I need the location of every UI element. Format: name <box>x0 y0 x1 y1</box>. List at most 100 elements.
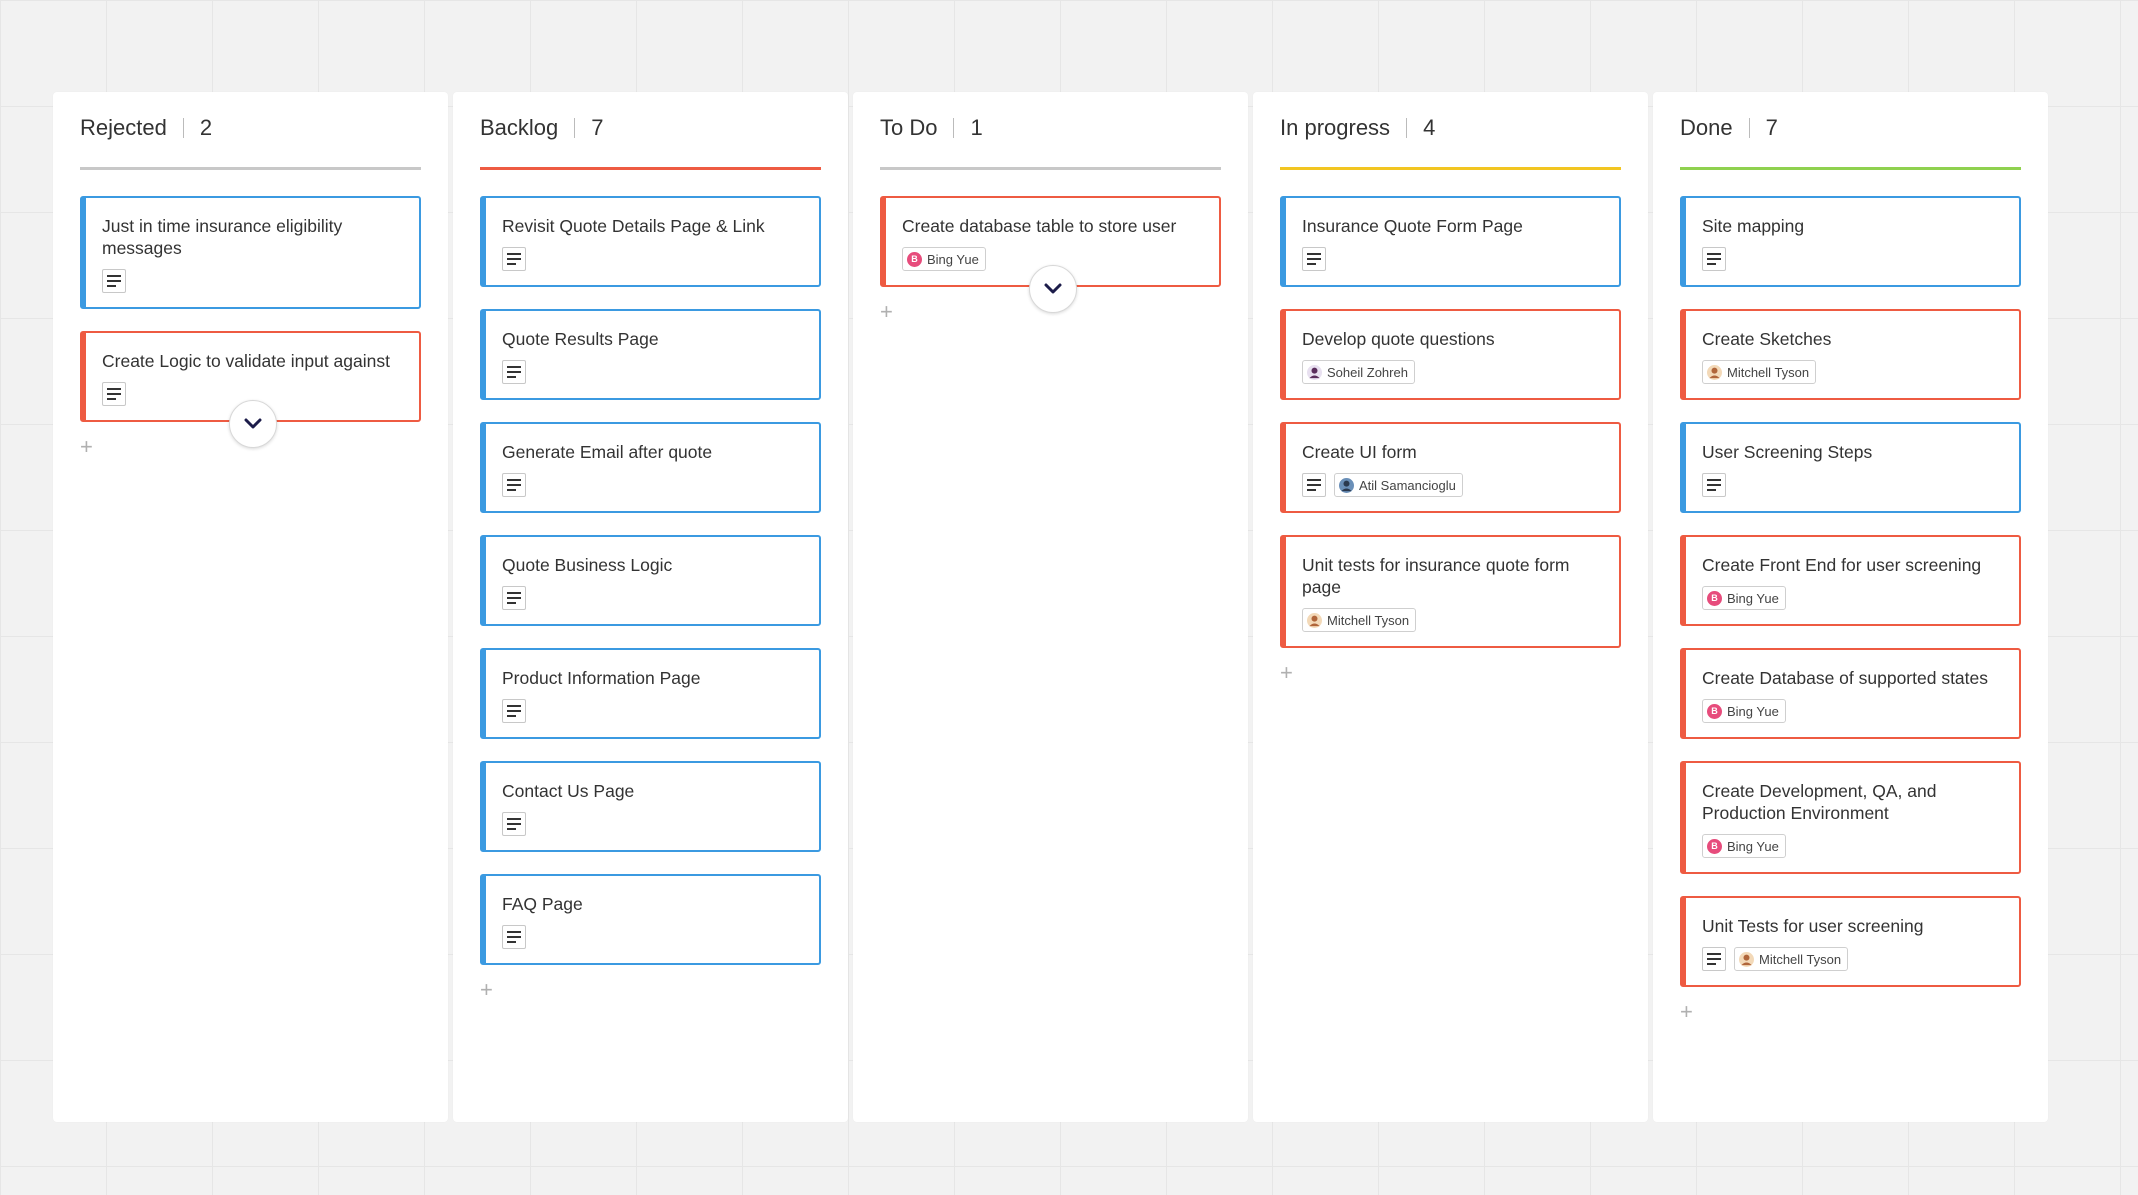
column-header: In progress 4 <box>1280 92 1621 170</box>
description-icon[interactable] <box>502 247 526 271</box>
description-icon[interactable] <box>1302 473 1326 497</box>
assignee-chip[interactable]: Mitchell Tyson <box>1734 947 1849 971</box>
card[interactable]: Develop quote questions Soheil Zohreh <box>1280 309 1621 400</box>
card-title: Create Front End for user screening <box>1702 555 1982 575</box>
card[interactable]: Create Database of supported states B Bing… <box>1680 648 2021 739</box>
description-icon[interactable] <box>502 699 526 723</box>
assignee-chip[interactable]: Atil Samancioglu <box>1334 473 1463 497</box>
card-title: Unit Tests for user screening <box>1702 916 1924 936</box>
card[interactable]: Quote Business Logic <box>480 535 821 626</box>
column-header: To Do 1 <box>880 92 1221 170</box>
card-title: Create database table to store user <box>902 216 1177 236</box>
card-title: Create Database of supported states <box>1702 668 1989 688</box>
column-header-divider <box>1406 117 1408 138</box>
column-backlog: Backlog 7 Revisit Quote Details Page & Lin… <box>453 92 848 1122</box>
card[interactable]: FAQ Page <box>480 874 821 965</box>
card[interactable]: Contact Us Page <box>480 761 821 852</box>
avatar <box>1707 364 1722 380</box>
card-title: Create Development, QA, and Production E… <box>1702 781 1937 823</box>
assignee-name: Mitchell Tyson <box>1759 951 1842 967</box>
column-header: Rejected 2 <box>80 92 421 170</box>
card[interactable]: Quote Results Page <box>480 309 821 400</box>
assignee-chip[interactable]: Soheil Zohreh <box>1302 360 1415 384</box>
column-title[interactable]: Rejected <box>80 115 167 141</box>
card[interactable]: Site mapping <box>1680 196 2021 287</box>
card[interactable]: Insurance Quote Form Page <box>1280 196 1621 287</box>
kanban-board: Rejected 2 Just in time insurance eligibil… <box>53 92 2048 1122</box>
assignee-chip[interactable]: B Bing Yue <box>1702 586 1786 610</box>
card[interactable]: Revisit Quote Details Page & Link <box>480 196 821 287</box>
assignee-chip[interactable]: B Bing Yue <box>902 247 986 271</box>
assignee-name: Mitchell Tyson <box>1727 364 1810 380</box>
description-icon[interactable] <box>1702 247 1726 271</box>
add-card-button[interactable]: + <box>480 979 502 1001</box>
card[interactable]: Unit Tests for user screening Mitchell Ty… <box>1680 896 2021 987</box>
avatar: B <box>1707 703 1722 719</box>
card[interactable]: Create Logic to validate input against <box>80 331 421 448</box>
description-icon[interactable] <box>502 360 526 384</box>
column-title[interactable]: Done <box>1680 115 1733 141</box>
card-list: Site mapping Create Sketches Mitchell Tyso… <box>1680 196 2021 1023</box>
card-meta: Mitchell Tyson <box>1702 947 2005 971</box>
add-card-button[interactable]: + <box>1680 1001 1702 1023</box>
card-title: Create Logic to validate input against <box>102 351 390 371</box>
card[interactable]: Create Front End for user screening B Bing… <box>1680 535 2021 626</box>
add-card-button[interactable]: + <box>1280 662 1302 684</box>
card[interactable]: Create database table to store user B Bing… <box>880 196 1221 313</box>
card-meta <box>502 925 805 949</box>
card-meta: Soheil Zohreh <box>1302 360 1605 384</box>
add-card-button[interactable]: + <box>80 436 102 458</box>
card-meta <box>502 812 805 836</box>
description-icon[interactable] <box>502 925 526 949</box>
card-title: Generate Email after quote <box>502 442 713 462</box>
assignee-chip[interactable]: B Bing Yue <box>1702 834 1786 858</box>
card-title: User Screening Steps <box>1702 442 1873 462</box>
card-meta <box>1702 247 2005 271</box>
card[interactable]: Unit tests for insurance quote form page… <box>1280 535 1621 648</box>
description-icon[interactable] <box>1702 947 1726 971</box>
description-icon[interactable] <box>502 812 526 836</box>
description-icon[interactable] <box>1702 473 1726 497</box>
description-icon[interactable] <box>1302 247 1326 271</box>
card-meta <box>502 699 805 723</box>
column-in-progress: In progress 4 Insurance Quote Form Page Dev… <box>1253 92 1648 1122</box>
card-list: Just in time insurance eligibility messa… <box>80 196 421 458</box>
description-icon[interactable] <box>502 473 526 497</box>
assignee-chip[interactable]: Mitchell Tyson <box>1302 608 1417 632</box>
column-title[interactable]: In progress <box>1280 115 1390 141</box>
card-list: Insurance Quote Form Page Develop quote q… <box>1280 196 1621 684</box>
assignee-name: Bing Yue <box>1727 590 1779 606</box>
card[interactable]: Create Development, QA, and Production E… <box>1680 761 2021 874</box>
column-header-divider <box>953 117 955 138</box>
assignee-chip[interactable]: Mitchell Tyson <box>1702 360 1817 384</box>
card-title: FAQ Page <box>502 894 583 914</box>
card[interactable]: Just in time insurance eligibility messa… <box>80 196 421 309</box>
card-meta <box>502 360 805 384</box>
card-title: Insurance Quote Form Page <box>1302 216 1523 236</box>
card-list: Revisit Quote Details Page & Link Quote R… <box>480 196 821 1001</box>
card-title: Site mapping <box>1702 216 1805 236</box>
card[interactable]: Create UI form Atil Samancioglu <box>1280 422 1621 513</box>
add-card-button[interactable]: + <box>880 301 902 323</box>
card[interactable]: Create Sketches Mitchell Tyson <box>1680 309 2021 400</box>
column-count: 1 <box>970 114 983 140</box>
assignee-chip[interactable]: B Bing Yue <box>1702 699 1786 723</box>
expand-card-button[interactable] <box>1028 265 1077 313</box>
description-icon[interactable] <box>502 586 526 610</box>
column-header: Done 7 <box>1680 92 2021 170</box>
avatar: B <box>907 251 922 267</box>
column-title[interactable]: To Do <box>880 115 937 141</box>
avatar <box>1307 612 1322 628</box>
card-title: Contact Us Page <box>502 781 635 801</box>
description-icon[interactable] <box>102 382 126 406</box>
card-title: Product Information Page <box>502 668 701 688</box>
card[interactable]: Product Information Page <box>480 648 821 739</box>
column-title[interactable]: Backlog <box>480 115 558 141</box>
card[interactable]: Generate Email after quote <box>480 422 821 513</box>
card[interactable]: User Screening Steps <box>1680 422 2021 513</box>
card-meta <box>1302 247 1605 271</box>
column-count: 2 <box>199 114 213 140</box>
column-to-do: To Do 1 Create database table to store use… <box>853 92 1248 1122</box>
expand-card-button[interactable] <box>228 400 277 448</box>
description-icon[interactable] <box>102 269 126 293</box>
